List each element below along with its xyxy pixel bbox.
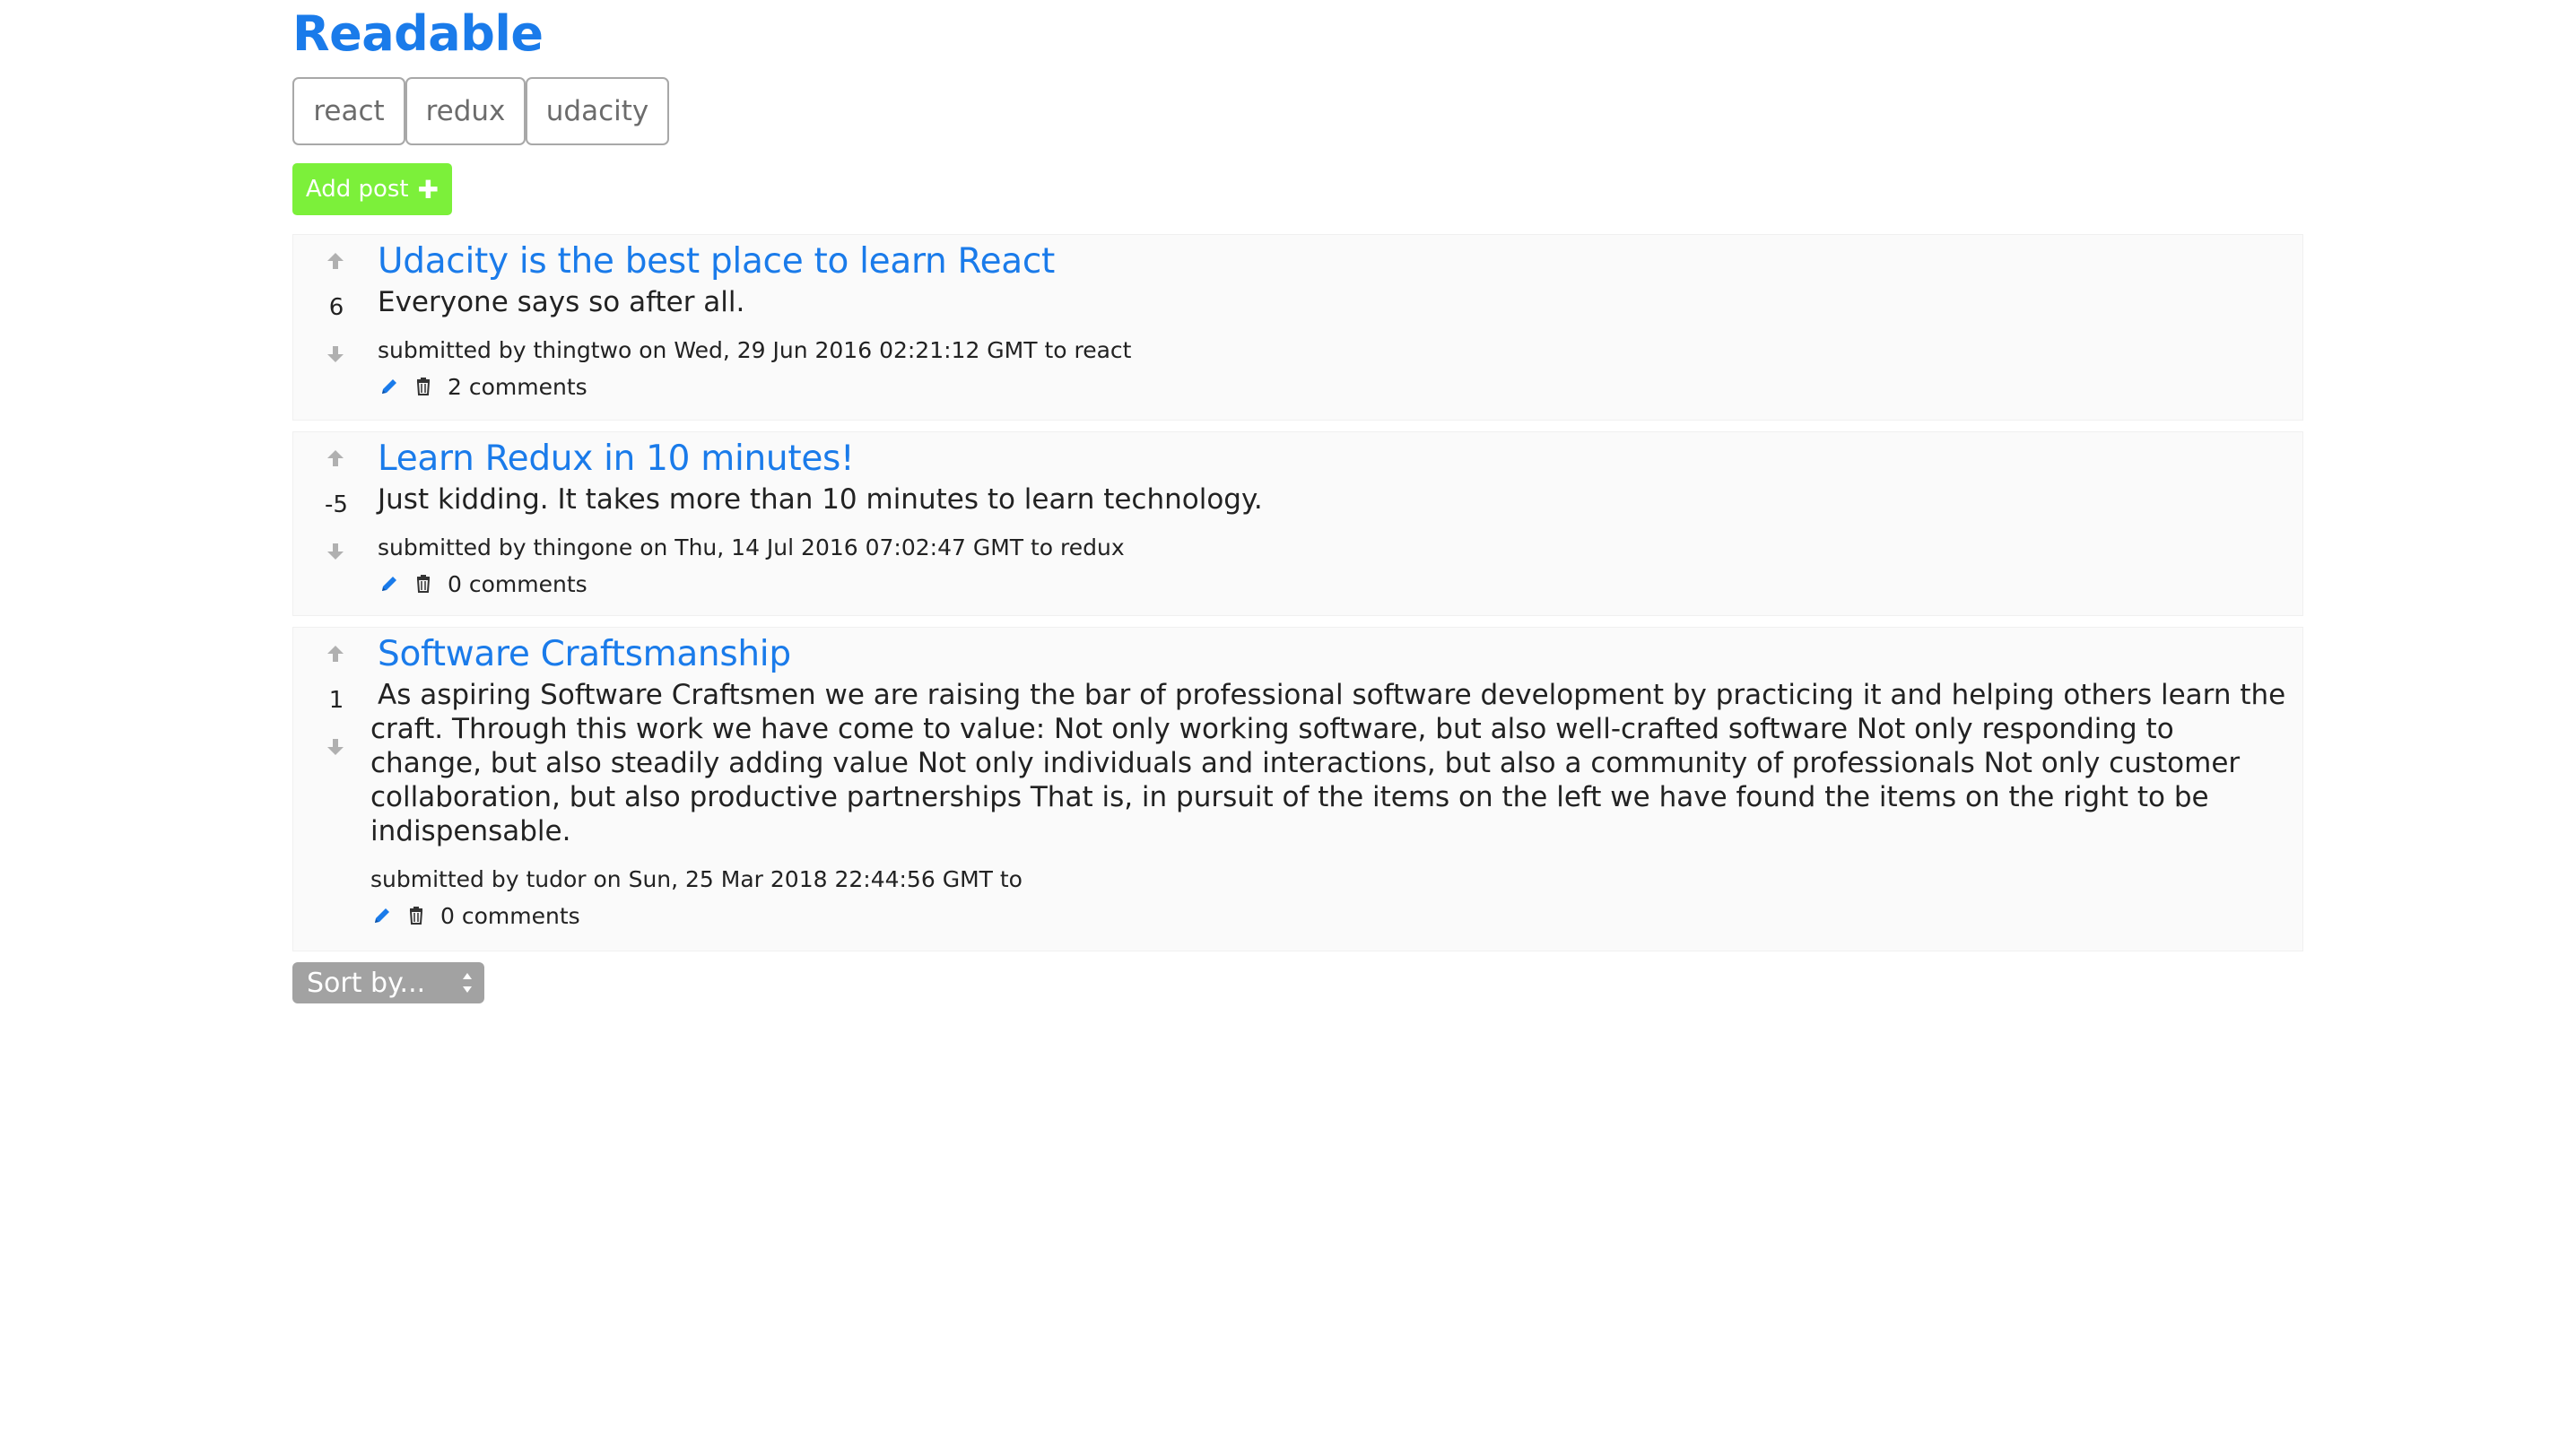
post-body: Everyone says so after all. bbox=[378, 286, 745, 318]
category-button-react[interactable]: react bbox=[292, 77, 405, 145]
vote-controls: 1 bbox=[293, 628, 379, 789]
downvote-arrow-icon[interactable] bbox=[324, 735, 347, 759]
post-meta: submitted by thingtwo on Wed, 29 Jun 201… bbox=[378, 337, 1132, 363]
post-title-link[interactable]: Udacity is the best place to learn React bbox=[378, 239, 1055, 285]
post-body: As aspiring Software Craftsmen we are ra… bbox=[370, 679, 2286, 847]
trash-icon[interactable] bbox=[412, 375, 435, 398]
select-caret-icon bbox=[463, 973, 472, 993]
add-post-button[interactable]: Add post ✚ bbox=[292, 163, 452, 215]
post-content: Udacity is the best place to learn React… bbox=[378, 239, 2288, 402]
downvote-arrow-icon[interactable] bbox=[324, 343, 347, 366]
post-content: Software Craftsmanship As aspiring Softw… bbox=[370, 631, 2288, 931]
post-list: 6 Udacity is the best place to learn Rea… bbox=[292, 234, 2303, 951]
category-nav: react redux udacity bbox=[292, 77, 2303, 145]
post-actions: 2 comments bbox=[378, 371, 2288, 402]
vote-score: 1 bbox=[328, 687, 344, 714]
comment-count[interactable]: 2 comments bbox=[448, 374, 587, 400]
post-actions: 0 comments bbox=[378, 569, 2288, 599]
comment-count[interactable]: 0 comments bbox=[448, 571, 587, 597]
add-post-label: Add post bbox=[305, 176, 409, 203]
vote-controls: 6 bbox=[293, 235, 379, 396]
post-card: 1 Software Craftsmanship As aspiring Sof… bbox=[292, 627, 2303, 951]
trash-icon[interactable] bbox=[405, 904, 428, 927]
post-title-link[interactable]: Learn Redux in 10 minutes! bbox=[378, 436, 855, 482]
post-meta: submitted by tudor on Sun, 25 Mar 2018 2… bbox=[370, 866, 1023, 892]
post-card: 6 Udacity is the best place to learn Rea… bbox=[292, 234, 2303, 421]
pencil-edit-icon[interactable] bbox=[370, 904, 394, 927]
post-body: Just kidding. It takes more than 10 minu… bbox=[378, 483, 1263, 516]
plus-icon: ✚ bbox=[417, 174, 439, 204]
sort-selected-label: Sort by... bbox=[307, 967, 426, 999]
pencil-edit-icon[interactable] bbox=[378, 572, 401, 595]
pencil-edit-icon[interactable] bbox=[378, 375, 401, 398]
post-meta: submitted by thingone on Thu, 14 Jul 201… bbox=[378, 534, 1125, 560]
post-content: Learn Redux in 10 minutes! Just kidding.… bbox=[378, 436, 2288, 599]
vote-score: -5 bbox=[325, 491, 348, 518]
post-title-link[interactable]: Software Craftsmanship bbox=[378, 631, 791, 678]
trash-icon[interactable] bbox=[412, 572, 435, 595]
page: Readable react redux udacity Add post ✚ … bbox=[0, 0, 2576, 1433]
upvote-arrow-icon[interactable] bbox=[324, 447, 347, 470]
upvote-arrow-icon[interactable] bbox=[324, 642, 347, 665]
post-card: -5 Learn Redux in 10 minutes! Just kiddi… bbox=[292, 431, 2303, 616]
upvote-arrow-icon[interactable] bbox=[324, 249, 347, 273]
vote-score: 6 bbox=[328, 294, 344, 321]
main-container: Readable react redux udacity Add post ✚ … bbox=[292, 0, 2303, 1003]
app-title[interactable]: Readable bbox=[292, 0, 2303, 68]
downvote-arrow-icon[interactable] bbox=[324, 540, 347, 563]
category-button-redux[interactable]: redux bbox=[405, 77, 526, 145]
vote-controls: -5 bbox=[293, 432, 379, 594]
sort-dropdown[interactable]: Sort by... bbox=[292, 962, 484, 1003]
post-actions: 0 comments bbox=[370, 900, 2288, 931]
comment-count[interactable]: 0 comments bbox=[440, 903, 580, 929]
category-button-udacity[interactable]: udacity bbox=[526, 77, 669, 145]
